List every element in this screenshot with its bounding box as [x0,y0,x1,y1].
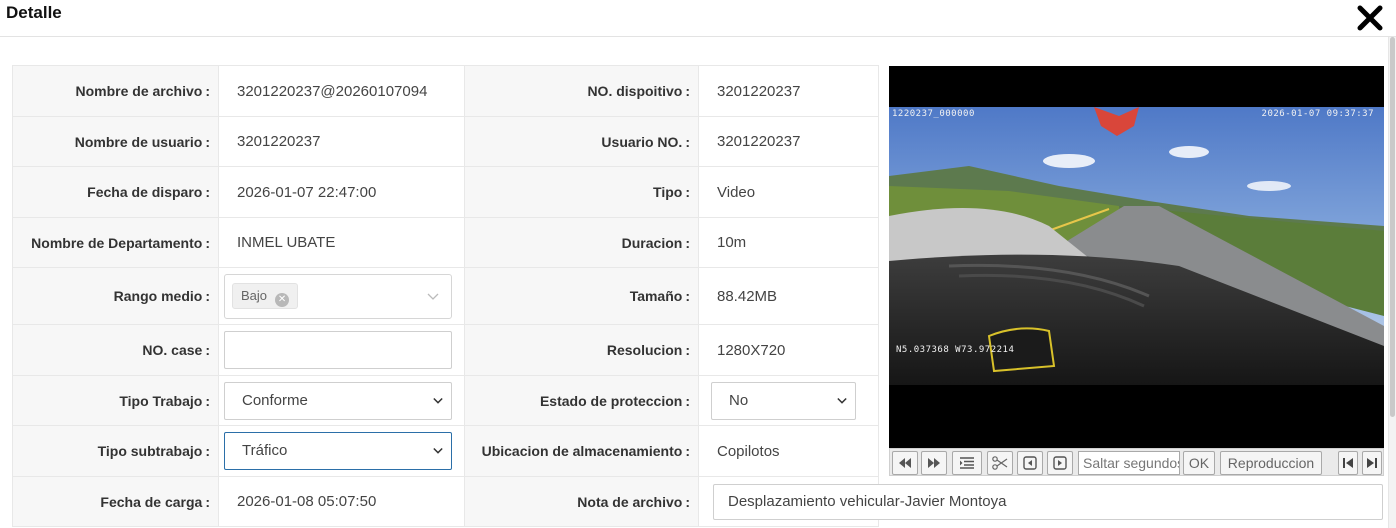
dialog-title: Detalle [6,3,62,22]
value-tamano: 88.42MB [698,267,879,325]
form-row: Tipo Trabajo: Conforme Estado de protecc… [12,375,879,426]
value-nombre-archivo: 3201220237@20260107094 [218,65,465,117]
form-row: Rango medio: Bajo ✕ Tamaño: 88.42MB [12,267,879,325]
tipo-subtrabajo-cell: Tráfico [218,425,465,477]
label-duracion: Duracion: [464,217,699,268]
no-case-input[interactable] [224,331,452,369]
player-controls: Saltar segundos OK Reproduccion [889,448,1384,476]
rango-medio-select[interactable]: Bajo ✕ [224,273,452,319]
tipo-subtrabajo-select[interactable]: Tráfico [224,432,452,470]
fast-forward-icon [928,458,940,468]
playlist-button[interactable] [952,451,982,475]
form-row: Fecha de disparo: 2026-01-07 22:47:00 Ti… [12,166,879,218]
osd-gps: N5.037368 W73.972214 [896,345,1015,355]
estado-proteccion-select[interactable]: No [711,381,856,420]
osd-datetime: 2026-01-07 09:37:37 [1261,109,1374,119]
label-estado-proteccion: Estado de proteccion: [464,375,699,426]
value-nombre-usuario: 3201220237 [218,116,465,167]
value-departamento: INMEL UBATE [218,217,465,268]
dialog-scrollbar[interactable] [1388,37,1396,528]
value-duracion: 10m [698,217,879,268]
tipo-trabajo-cell: Conforme [218,375,465,426]
dialog-header: Detalle [0,0,1396,37]
scissors-icon [992,456,1008,470]
label-no-case: NO. case: [12,324,219,376]
scrollbar-thumb[interactable] [1390,37,1395,417]
rewind-icon [899,458,911,468]
label-nombre-usuario: Nombre de usuario: [12,116,219,167]
ok-button[interactable]: OK [1183,451,1215,475]
estado-proteccion-value: No [729,391,749,409]
skip-end-icon [1367,458,1377,468]
skip-start-button[interactable] [1338,451,1358,475]
form-row: Nombre de usuario: 3201220237 Usuario NO… [12,116,879,167]
chevron-down-icon [427,293,439,300]
value-fecha-carga: 2026-01-08 05:07:50 [218,476,465,527]
label-ubicacion-almacenamiento: Ubicacion de almacenamiento: [464,425,699,477]
prev-frame-icon [1023,456,1037,470]
tipo-subtrabajo-value: Tráfico [242,442,288,459]
label-nombre-archivo: Nombre de archivo: [12,65,219,117]
value-no-dispositivo: 3201220237 [698,65,879,117]
form-row: Nombre de archivo: 3201220237@2026010709… [12,65,879,117]
playlist-icon [960,457,974,469]
label-nota-archivo: Nota de archivo: [464,476,699,527]
playback-button[interactable]: Reproduccion [1220,451,1322,475]
label-tipo-trabajo: Tipo Trabajo: [12,375,219,426]
osd-channel: 1220237_000000 [892,109,975,119]
seek-seconds-input[interactable]: Saltar segundos [1078,451,1180,475]
value-resolucion: 1280X720 [698,324,879,376]
chevron-down-icon [433,397,443,404]
tag-remove-icon[interactable]: ✕ [275,292,290,307]
close-icon [1357,5,1383,31]
nota-archivo-input[interactable]: Desplazamiento vehicular-Javier Montoya [713,484,1383,520]
no-case-cell [218,324,465,376]
clip-button[interactable] [987,451,1013,475]
label-tipo: Tipo: [464,166,699,218]
label-tipo-subtrabajo: Tipo subtrabajo: [12,425,219,477]
label-departamento: Nombre de Departamento: [12,217,219,268]
next-frame-icon [1053,456,1067,470]
prev-frame-button[interactable] [1017,451,1043,475]
chevron-down-icon [433,447,443,454]
rewind-button[interactable] [892,451,918,475]
estado-proteccion-cell: No [698,375,879,426]
fast-forward-button[interactable] [921,451,947,475]
form-row: Nombre de Departamento: INMEL UBATE Dura… [12,217,879,268]
tipo-trabajo-value: Conforme [242,391,308,409]
tipo-trabajo-select[interactable]: Conforme [224,381,452,420]
label-fecha-disparo: Fecha de disparo: [12,166,219,218]
detail-form: Nombre de archivo: 3201220237@2026010709… [12,65,879,527]
value-ubicacion-almacenamiento: Copilotos [698,425,879,477]
form-row: Tipo subtrabajo: Tráfico Ubicacion de al… [12,425,879,477]
value-usuario-no: 3201220237 [698,116,879,167]
close-button[interactable] [1354,2,1386,34]
label-tamano: Tamaño: [464,267,699,325]
selected-tag: Bajo ✕ [232,282,299,309]
label-usuario-no: Usuario NO.: [464,116,699,167]
label-no-dispositivo: NO. dispoitivo: [464,65,699,117]
video-player[interactable]: 1220237_000000 2026-01-07 09:37:37 N5.03… [889,66,1384,448]
tag-label: Bajo [241,287,268,303]
label-rango-medio: Rango medio: [12,267,219,325]
skip-start-icon [1343,458,1353,468]
chevron-down-icon [837,397,847,404]
video-frame [889,66,1384,448]
skip-end-button[interactable] [1362,451,1382,475]
next-frame-button[interactable] [1047,451,1073,475]
value-fecha-disparo: 2026-01-07 22:47:00 [218,166,465,218]
label-fecha-carga: Fecha de carga: [12,476,219,527]
rango-medio-cell: Bajo ✕ [218,267,465,325]
form-row: NO. case: Resolucion: 1280X720 [12,324,879,376]
value-tipo: Video [698,166,879,218]
label-resolucion: Resolucion: [464,324,699,376]
